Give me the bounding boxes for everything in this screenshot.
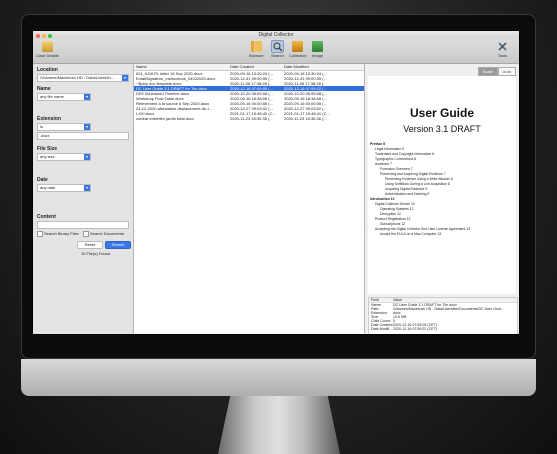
reset-button[interactable]: Reset [77, 241, 103, 249]
zoom-window-button[interactable] [48, 34, 52, 38]
cell-date-created: 2020-11-23 18:30:38 (... [230, 116, 273, 121]
minimize-window-button[interactable] [42, 34, 46, 38]
extension-label: Extension [37, 116, 61, 122]
column-header-date-modified[interactable]: Date Modified [284, 64, 362, 70]
date-select[interactable]: any date ▾ [37, 184, 91, 192]
metadata-row: Date Modifi... 2020-12-16 07:59:22 (CET) [369, 327, 517, 331]
search-magnifier-icon [270, 40, 284, 53]
content-input[interactable] [37, 221, 129, 229]
document-title: User Guide [409, 106, 475, 120]
preview-mode-tabs: Scale Auto [477, 67, 516, 76]
checkbox-icon [37, 231, 43, 237]
file-size-label: File Size [37, 146, 58, 152]
close-window-button[interactable] [36, 34, 40, 38]
search-button[interactable]: Search [105, 241, 131, 249]
tools-wrench-icon [497, 41, 508, 52]
tab-scale[interactable]: Scale [477, 67, 498, 76]
table-of-contents: Preface 8 Legal Information 5 Trademark an… [370, 142, 514, 237]
app-window: Digital Collector Case Details Browser S… [33, 31, 519, 334]
chevron-down-icon: ▾ [84, 154, 90, 160]
results-count: 10 File(s) Found [81, 251, 111, 256]
search-binary-checkbox[interactable]: Search Binary Files [37, 231, 79, 237]
extension-condition-select[interactable]: is ▾ [37, 123, 91, 131]
chevron-down-icon: ▾ [84, 94, 90, 100]
results-table: Name Date Created Date Modified 001_AGA … [134, 64, 365, 334]
browser-button[interactable]: Browser [249, 41, 264, 58]
toolbar: Case Details Browser Search Collection I… [33, 39, 519, 64]
title-bar: Digital Collector [33, 31, 519, 39]
toc-entry: Accept the EULA on a Mac Computer 13 [380, 232, 442, 236]
results-header: Name Date Created Date Modified [134, 64, 364, 71]
column-header-date-created[interactable]: Date Created [230, 64, 282, 70]
chevron-down-icon: ▾ [84, 124, 90, 130]
tab-auto[interactable]: Auto [497, 67, 516, 76]
content-label: Content [37, 214, 56, 220]
search-criteria-panel: Location /Volumes/Macintosh HD - Data/Us… [33, 64, 134, 334]
extension-input[interactable]: .docx [37, 132, 129, 140]
search-tab-button[interactable]: Search [270, 40, 284, 58]
panel-splitter-left[interactable]: ⋮ [134, 229, 137, 234]
metadata-table: Field Value Name: DC User Guide 3.1 DRAFT… [368, 297, 518, 334]
metadata-field: Date Modifi... [371, 327, 393, 331]
case-details-button[interactable]: Case Details [36, 41, 59, 58]
date-label: Date [37, 177, 48, 183]
location-select[interactable]: /Volumes/Macintosh HD - Data/Users/th...… [37, 74, 129, 82]
chevron-down-icon: ▾ [122, 75, 128, 81]
column-header-name[interactable]: Name [136, 64, 228, 70]
name-label: Name [37, 86, 51, 92]
checkbox-icon [83, 231, 89, 237]
metadata-value: 2020-12-16 07:59:22 (CET) [393, 327, 437, 331]
collection-download-icon [292, 41, 304, 52]
case-briefcase-icon [41, 41, 53, 52]
cell-name: contrat entretien jardin total.docx [136, 116, 195, 121]
file-size-select[interactable]: any size ▾ [37, 153, 91, 161]
browser-chart-icon [250, 41, 262, 52]
document-preview: User Guide Version 3.1 DRAFT Preface 8 Le… [368, 76, 516, 294]
monitor-stand [218, 396, 340, 454]
collection-button[interactable]: Collection [289, 41, 307, 58]
table-row[interactable]: contrat entretien jardin total.docx 2020-… [134, 116, 364, 121]
tools-button[interactable]: Tools [497, 41, 508, 58]
image-drive-icon [312, 41, 324, 52]
name-condition-select[interactable]: any file name ▾ [37, 93, 91, 101]
window-title: Digital Collector [258, 32, 294, 38]
metadata-rows: Name: DC User Guide 3.1 DRAFT for Tim.doc… [369, 303, 517, 331]
preview-panel: ⋮ ScaleAuto User Guide Version 3.1 DRAFT… [365, 64, 519, 334]
chevron-down-icon: ▾ [84, 185, 90, 191]
monitor-chin [21, 359, 536, 396]
cell-date-modified: 2020-11-23 18:30:38 (... [284, 116, 327, 121]
document-version: Version 3.1 DRAFT [403, 124, 481, 134]
search-documents-checkbox[interactable]: Search Documents [83, 231, 124, 237]
image-button[interactable]: Image [312, 41, 323, 58]
location-label: Location [37, 67, 58, 73]
